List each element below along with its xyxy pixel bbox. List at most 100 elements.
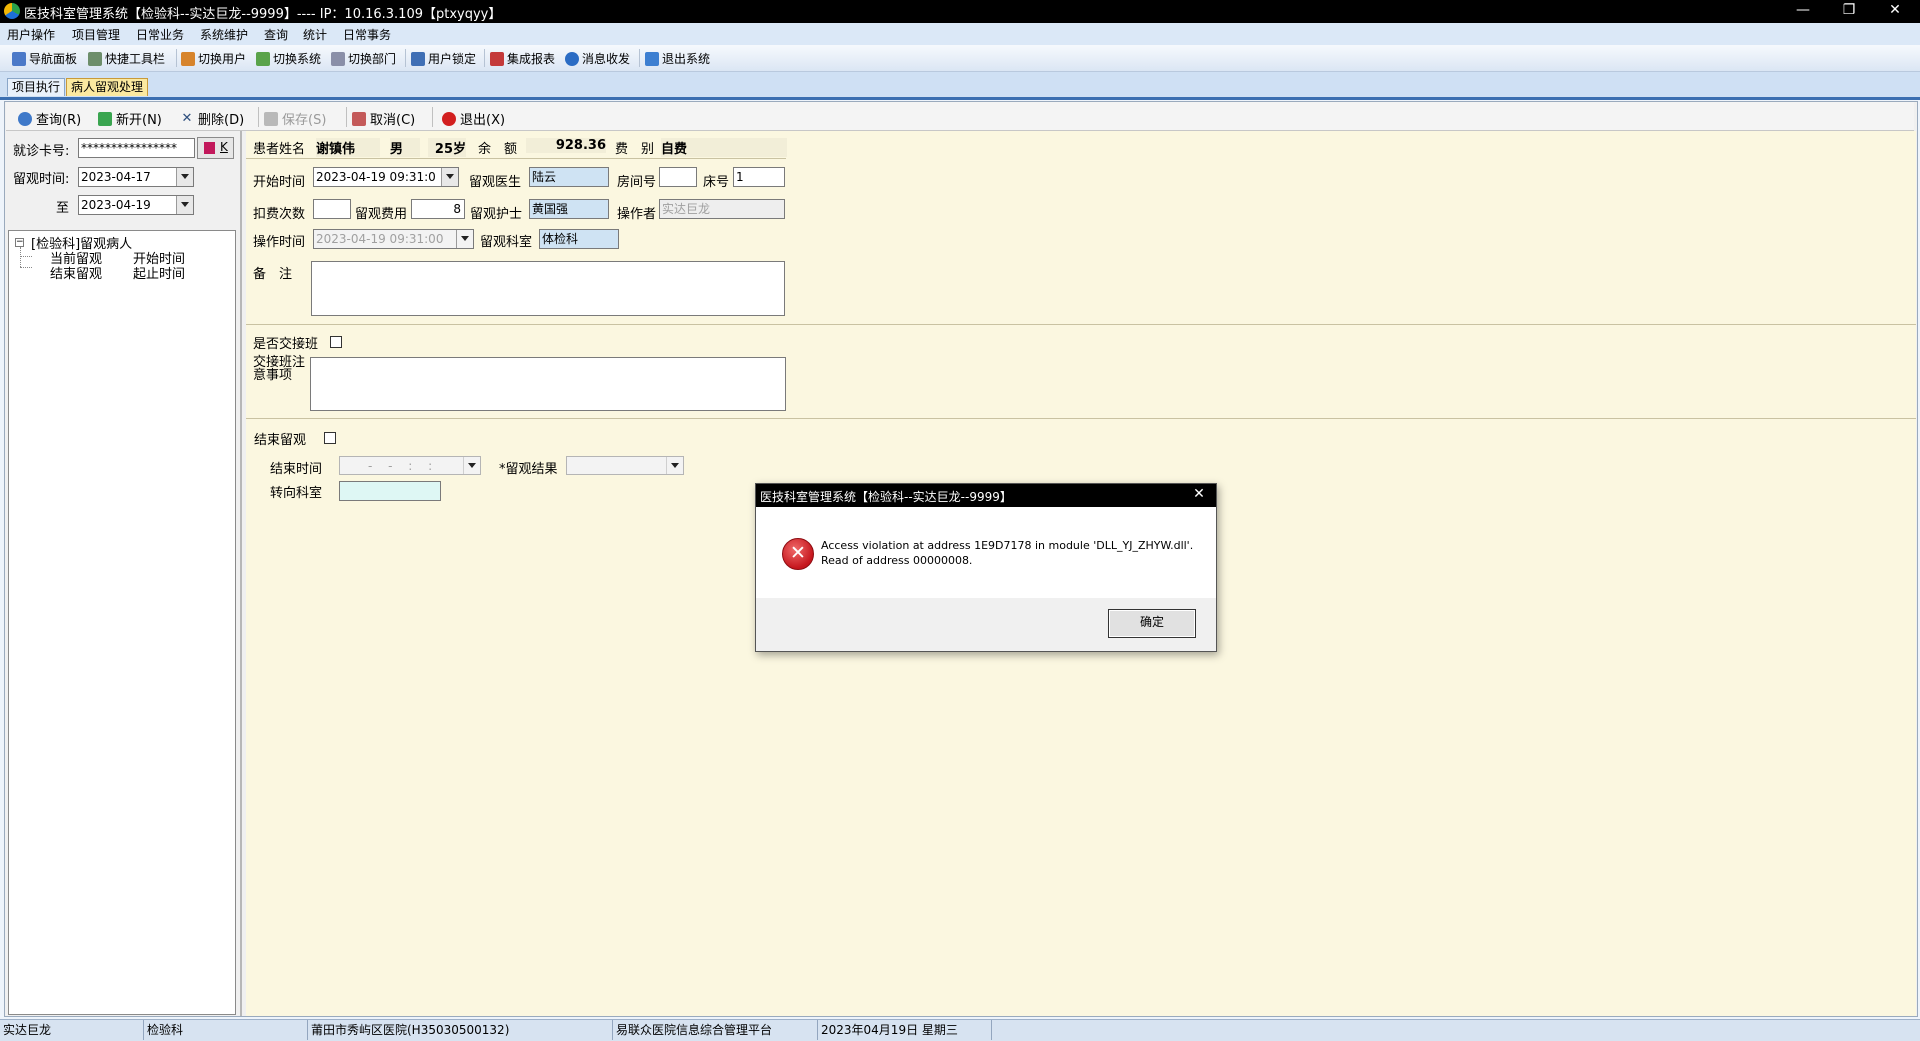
bed-label: 床号: [703, 175, 730, 190]
close-window-button[interactable]: ✕: [1872, 0, 1918, 23]
nurse-input[interactable]: 黄国强: [529, 199, 609, 219]
read-card-button[interactable]: K: [197, 137, 234, 159]
refresh-icon: [18, 111, 32, 126]
title-bar: 医技科室管理系统【检验科--实达巨龙--9999】---- IP：10.16.3…: [0, 0, 1920, 23]
status-extra: [992, 1020, 1920, 1040]
toolbar-exit-button[interactable]: 退出系统: [645, 50, 710, 67]
room-input[interactable]: [659, 167, 697, 187]
toolbar-dashboard-button[interactable]: 导航面板: [12, 50, 77, 67]
dashboard-icon: [12, 51, 26, 66]
fee-type-value: 自费: [661, 138, 787, 157]
operation-time-picker: 2023-04-19 09:31:00: [313, 229, 474, 249]
chevron-down-icon[interactable]: [176, 168, 193, 186]
doctor-input[interactable]: 陆云: [529, 167, 609, 187]
end-observation-checkbox[interactable]: [324, 432, 336, 444]
card-number-label: 就诊卡号:: [13, 144, 70, 159]
delete-button[interactable]: ✕ 删除(D): [180, 109, 245, 128]
tools-icon: [88, 51, 102, 66]
minimize-button[interactable]: —: [1780, 0, 1826, 23]
menu-system-maintenance[interactable]: 系统维护: [200, 26, 248, 43]
department-switch-icon: [331, 51, 345, 66]
chevron-down-icon: [463, 457, 480, 474]
lock-user-icon: [411, 51, 425, 66]
cancel-button[interactable]: 取消(C): [352, 109, 415, 128]
room-label: 房间号: [617, 175, 657, 190]
menu-bar: 用户操作 项目管理 日常业务 系统维护 查询 统计 日常事务: [0, 23, 1920, 45]
menu-daily-affairs[interactable]: 日常事务: [343, 26, 391, 43]
toolbar-switch-system-button[interactable]: 切换系统: [256, 50, 321, 67]
tab-project-execution[interactable]: 项目执行: [7, 78, 66, 96]
handover-note-textarea[interactable]: [310, 357, 786, 411]
ok-button[interactable]: 确定: [1108, 609, 1196, 638]
tab-strip: 项目执行 病人留观处理: [0, 72, 1920, 100]
cancel-icon: [352, 111, 366, 126]
delete-x-icon: ✕: [181, 110, 193, 126]
toolbar-switch-department-button[interactable]: 切换部门: [331, 50, 396, 67]
user-switch-icon: [181, 51, 195, 66]
charge-count-label: 扣费次数: [253, 207, 306, 222]
card-reader-icon: [204, 142, 215, 154]
toolbar-message-button[interactable]: 消息收发: [565, 50, 630, 67]
window-title: 医技科室管理系统【检验科--实达巨龙--9999】---- IP：10.16.3…: [24, 7, 502, 22]
error-message-line2: Read of address 00000008.: [821, 554, 973, 567]
chevron-down-icon[interactable]: [441, 168, 458, 186]
save-button[interactable]: 保存(S): [264, 109, 326, 128]
tree-ended-observation[interactable]: 结束留观: [50, 263, 102, 282]
handover-checkbox[interactable]: [330, 336, 342, 348]
new-button[interactable]: 新开(N): [98, 109, 162, 128]
observation-dept-label: 留观科室: [480, 235, 533, 250]
toolbar-tools-button[interactable]: 快捷工具栏: [88, 50, 165, 67]
date-from-picker[interactable]: 2023-04-17: [78, 167, 194, 187]
remark-textarea[interactable]: [311, 261, 785, 316]
chevron-down-icon[interactable]: [176, 196, 193, 214]
toolbar-switch-user-button[interactable]: 切换用户: [181, 50, 246, 67]
handover-note-label: 交接班注 意事项: [253, 355, 306, 383]
tab-patient-observation[interactable]: 病人留观处理: [66, 78, 149, 96]
observation-dept-input[interactable]: 体检科: [539, 229, 619, 249]
menu-user-ops[interactable]: 用户操作: [7, 26, 55, 43]
bed-input[interactable]: 1: [733, 167, 785, 187]
dialog-title: 医技科室管理系统【检验科--实达巨龙--9999】: [760, 490, 1012, 504]
menu-query[interactable]: 查询: [264, 26, 288, 43]
start-time-label: 开始时间: [253, 175, 306, 190]
start-time-picker[interactable]: 2023-04-19 09:31:0: [313, 167, 459, 187]
tree-collapse-icon[interactable]: −: [15, 238, 24, 247]
operator-input: 实达巨龙: [659, 199, 785, 219]
menu-daily-business[interactable]: 日常业务: [136, 26, 184, 43]
charge-count-input[interactable]: [313, 199, 351, 219]
to-label: 至: [56, 201, 70, 216]
menu-project-mgmt[interactable]: 项目管理: [72, 26, 120, 43]
status-date: 2023年04月19日 星期三: [818, 1020, 992, 1040]
menu-statistics[interactable]: 统计: [303, 26, 327, 43]
status-department: 检验科: [144, 1020, 308, 1040]
toolbar-report-button[interactable]: 集成报表: [490, 50, 555, 67]
report-icon: [490, 51, 504, 66]
observation-result-label: *留观结果: [499, 462, 558, 477]
exit-button[interactable]: 退出(X): [442, 109, 505, 128]
restore-button[interactable]: ❐: [1826, 0, 1872, 23]
error-dialog: 医技科室管理系统【检验科--实达巨龙--9999】 ✕ ✕ Access vio…: [755, 483, 1217, 652]
nurse-label: 留观护士: [470, 207, 523, 222]
dialog-close-button[interactable]: ✕: [1186, 486, 1212, 505]
transfer-dept-input[interactable]: [339, 481, 441, 501]
app-logo-icon: [4, 3, 20, 19]
operation-time-label: 操作时间: [253, 235, 306, 250]
chevron-down-icon: [456, 230, 473, 248]
date-to-picker[interactable]: 2023-04-19: [78, 195, 194, 215]
query-button[interactable]: 查询(R): [18, 109, 81, 128]
toolbar-lock-user-button[interactable]: 用户锁定: [411, 50, 476, 67]
doctor-label: 留观医生: [469, 175, 522, 190]
handover-label: 是否交接班: [253, 337, 319, 352]
card-number-input[interactable]: ****************: [78, 138, 195, 158]
error-message-line1: Access violation at address 1E9D7178 in …: [821, 539, 1194, 552]
fee-type-label: 费 别: [615, 142, 655, 157]
main-toolbar: 导航面板 快捷工具栏 切换用户 切换系统 切换部门 用户锁定 集成报表 消息收发…: [0, 45, 1920, 72]
error-icon: ✕: [782, 538, 814, 570]
system-switch-icon: [256, 51, 270, 66]
observation-fee-input[interactable]: 8: [411, 199, 465, 219]
observation-result-select: [566, 456, 684, 475]
status-bar: 实达巨龙 检验科 莆田市秀屿区医院(H35030500132) 易联众医院信息综…: [0, 1019, 1920, 1041]
balance-value: 928.36: [526, 138, 606, 153]
patient-name: 谢镇伟: [316, 138, 380, 157]
end-observation-label: 结束留观: [254, 433, 307, 448]
